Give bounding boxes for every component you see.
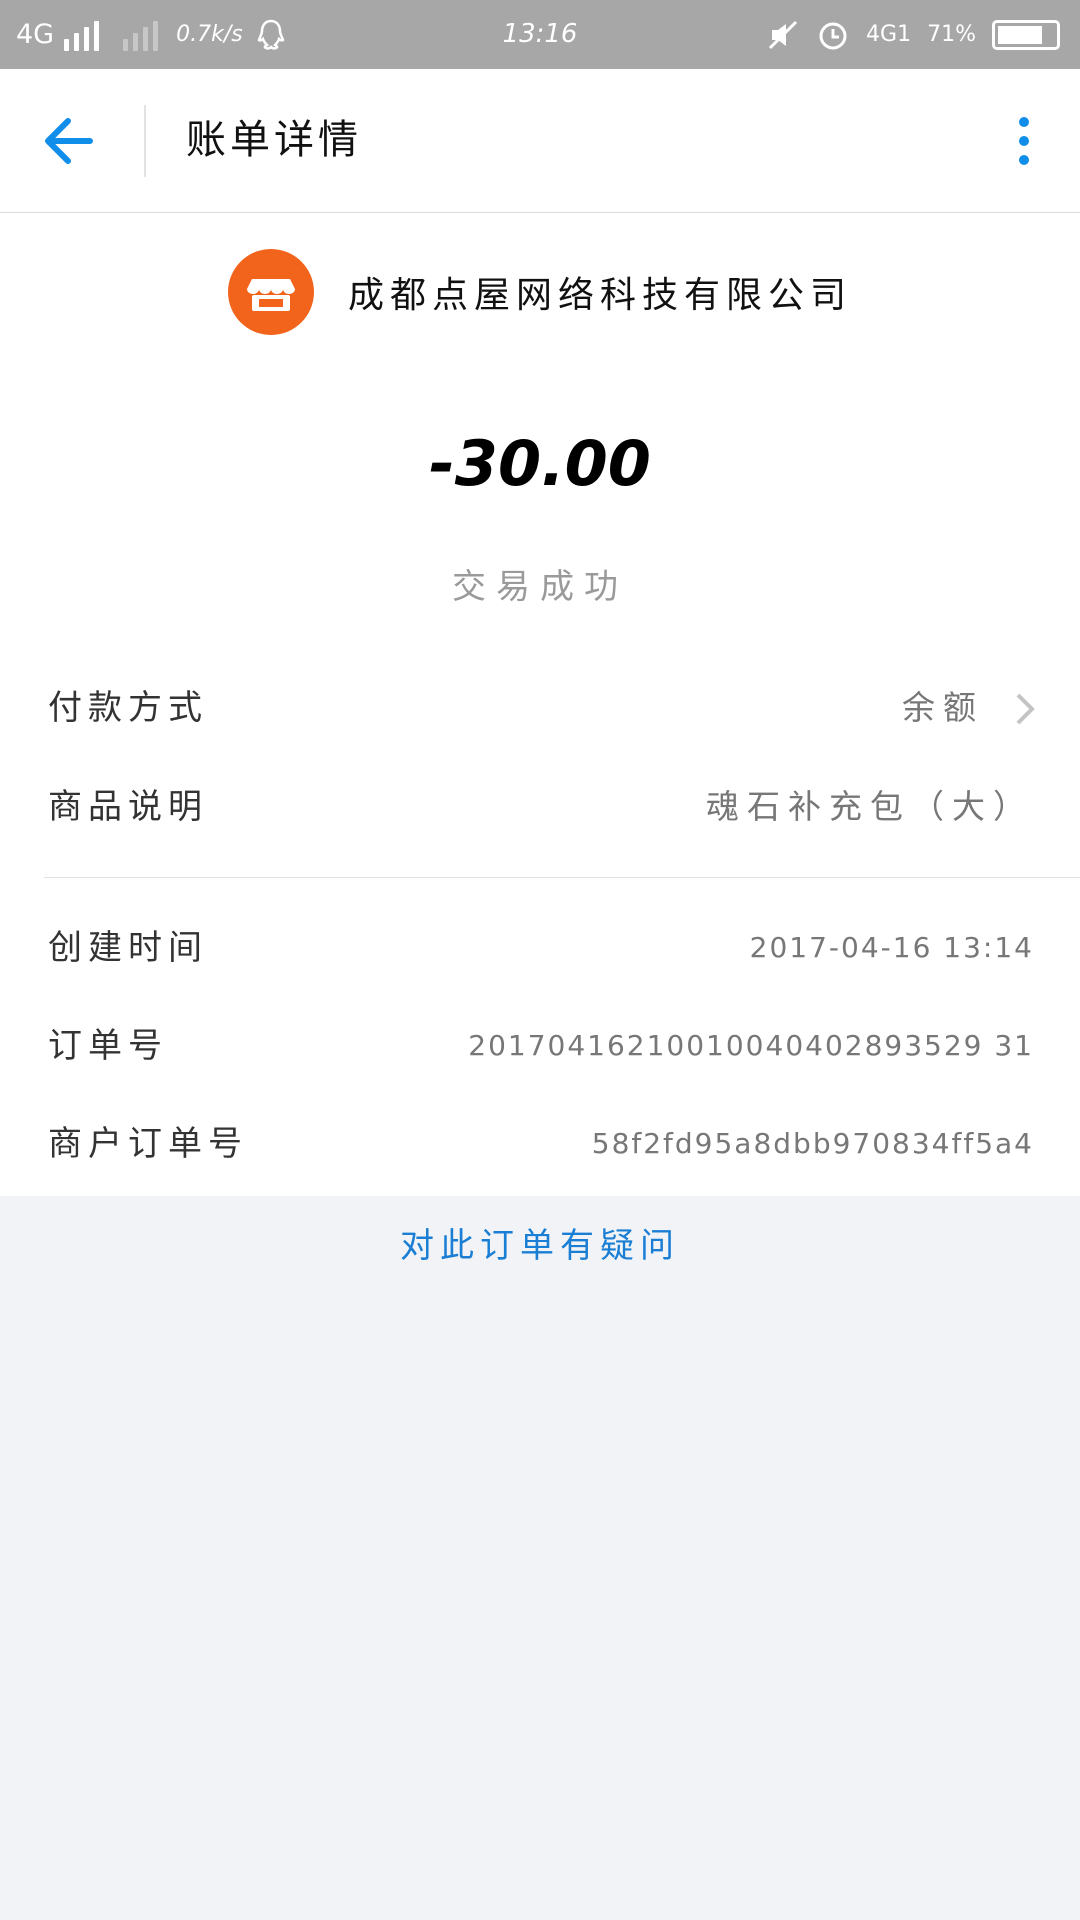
bill-detail-card: 成都点屋网络科技有限公司 -30.00 交易成功 付款方式 余额 商品说明 魂石… bbox=[0, 213, 1080, 1196]
alarm-icon bbox=[819, 22, 847, 49]
row-label: 创建时间 bbox=[48, 928, 208, 968]
header-divider bbox=[144, 105, 146, 177]
created-time-row: 创建时间 2017-04-16 13:14 bbox=[0, 913, 1080, 983]
row-label: 商品说明 bbox=[48, 787, 208, 827]
order-question-link[interactable]: 对此订单有疑问 bbox=[0, 1218, 1080, 1267]
more-button[interactable] bbox=[998, 109, 1050, 173]
row-value: 2017-04-16 13:14 bbox=[749, 931, 1034, 964]
payment-method-row[interactable]: 付款方式 余额 bbox=[0, 673, 1080, 743]
section-divider bbox=[44, 877, 1080, 878]
merchant-order-number-row: 商户订单号 58f2fd95a8dbb970834ff5a4 bbox=[0, 1109, 1080, 1179]
store-glyph bbox=[246, 279, 295, 311]
mute-icon bbox=[768, 20, 798, 49]
row-value: 魂石补充包（大） bbox=[706, 787, 1034, 826]
network-type-2: 4G1 bbox=[866, 22, 912, 47]
more-vertical-icon bbox=[1019, 117, 1029, 127]
row-value: 余额 bbox=[902, 688, 984, 727]
merchant-info: 成都点屋网络科技有限公司 bbox=[0, 249, 1080, 335]
order-number-row: 订单号 20170416210010040402893529 31 bbox=[0, 1011, 1080, 1081]
merchant-name: 成都点屋网络科技有限公司 bbox=[347, 275, 852, 316]
row-value: 20170416210010040402893529 31 bbox=[468, 1029, 1034, 1062]
row-label: 商户订单号 bbox=[48, 1124, 248, 1164]
page-title: 账单详情 bbox=[186, 117, 362, 163]
product-description-row: 商品说明 魂石补充包（大） bbox=[0, 772, 1080, 842]
status-right: 4G1 71% bbox=[766, 0, 1060, 69]
back-button[interactable] bbox=[40, 111, 104, 171]
battery-icon bbox=[992, 19, 1060, 50]
amount: -30.00 bbox=[429, 427, 651, 500]
more-dot bbox=[1019, 136, 1029, 146]
more-dot bbox=[1019, 155, 1029, 165]
store-icon bbox=[227, 249, 314, 335]
battery-percent: 71% bbox=[927, 22, 976, 47]
row-label: 付款方式 bbox=[48, 688, 208, 728]
arrow-left-icon bbox=[45, 118, 93, 164]
chevron-right-icon bbox=[1016, 693, 1035, 725]
row-value: 58f2fd95a8dbb970834ff5a4 bbox=[591, 1127, 1034, 1160]
app-header: 账单详情 bbox=[0, 69, 1080, 213]
transaction-status: 交易成功 bbox=[452, 567, 628, 607]
row-label: 订单号 bbox=[48, 1026, 168, 1066]
status-bar: 4G 0.7k/s 13:16 4G1 71% bbox=[0, 0, 1080, 69]
